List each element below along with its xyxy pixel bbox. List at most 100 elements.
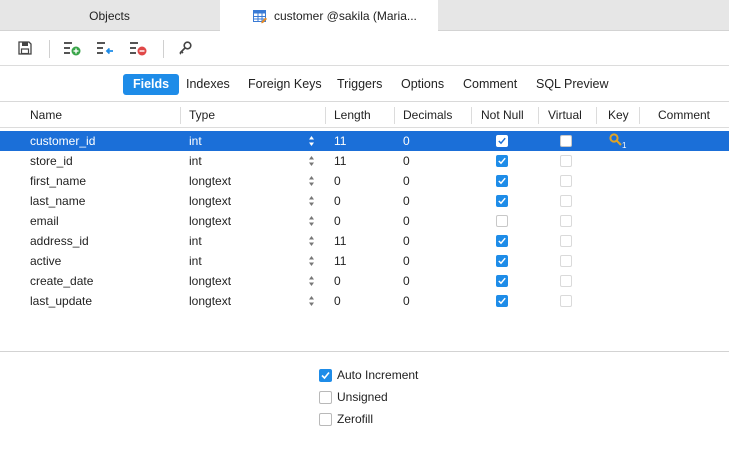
not-null-checkbox[interactable] [496,195,508,207]
table-row[interactable]: last_update longtext 0 0 [0,291,729,311]
field-decimals-cell[interactable]: 0 [403,151,410,171]
field-type-cell[interactable]: longtext [189,211,231,231]
column-header-key[interactable]: Key [608,103,629,128]
field-type-cell[interactable]: longtext [189,191,231,211]
not-null-checkbox[interactable] [496,215,508,227]
virtual-checkbox[interactable] [560,275,572,287]
type-stepper-icon[interactable] [308,175,315,187]
add-field-button[interactable] [61,39,83,59]
field-decimals-cell[interactable]: 0 [403,271,410,291]
virtual-checkbox[interactable] [560,255,572,267]
field-name-cell[interactable]: address_id [30,231,89,251]
virtual-checkbox[interactable] [560,235,572,247]
type-stepper-icon[interactable] [308,295,315,307]
field-decimals-cell[interactable]: 0 [403,231,410,251]
type-stepper-icon[interactable] [308,155,315,167]
column-header-type[interactable]: Type [189,103,215,128]
field-decimals-cell[interactable]: 0 [403,131,410,151]
table-row[interactable]: create_date longtext 0 0 [0,271,729,291]
tab-comment[interactable]: Comment [453,74,527,95]
field-length-cell[interactable]: 0 [334,271,341,291]
field-length-cell[interactable]: 0 [334,191,341,211]
field-length-cell[interactable]: 11 [334,231,346,251]
field-decimals-cell[interactable]: 0 [403,251,410,271]
not-null-checkbox[interactable] [496,155,508,167]
virtual-checkbox[interactable] [560,175,572,187]
column-header-virtual[interactable]: Virtual [548,103,582,128]
zerofill-checkbox[interactable] [319,412,332,426]
virtual-checkbox[interactable] [560,215,572,227]
field-name-cell[interactable]: last_update [30,291,92,311]
field-name-cell[interactable]: customer_id [30,131,95,151]
unsigned-checkbox[interactable] [319,390,332,404]
field-name-cell[interactable]: active [30,251,61,271]
insert-field-button[interactable] [94,39,116,59]
tab-sql-preview[interactable]: SQL Preview [526,74,618,95]
table-row[interactable]: last_name longtext 0 0 [0,191,729,211]
field-length-cell[interactable]: 11 [334,131,346,151]
tab-customer-table[interactable]: customer @sakila (Maria... [220,0,438,32]
table-row[interactable]: active int 11 0 [0,251,729,271]
field-name-cell[interactable]: first_name [30,171,86,191]
field-decimals-cell[interactable]: 0 [403,291,410,311]
tab-options[interactable]: Options [391,74,454,95]
field-type-cell[interactable]: int [189,151,202,171]
field-type-cell[interactable]: int [189,251,202,271]
type-stepper-icon[interactable] [308,135,315,147]
column-header-comment[interactable]: Comment [658,103,710,128]
table-row[interactable]: email longtext 0 0 [0,211,729,231]
field-type-cell[interactable]: int [189,131,202,151]
unsigned-option[interactable]: Unsigned [319,389,388,405]
field-name-cell[interactable]: last_name [30,191,85,211]
type-stepper-icon[interactable] [308,255,315,267]
delete-field-button[interactable] [127,39,149,59]
zerofill-option[interactable]: Zerofill [319,411,373,427]
save-button[interactable] [14,39,36,59]
primary-key-button[interactable] [174,39,196,59]
column-header-length[interactable]: Length [334,103,371,128]
field-type-cell[interactable]: longtext [189,291,231,311]
field-decimals-cell[interactable]: 0 [403,171,410,191]
field-name-cell[interactable]: email [30,211,59,231]
field-name-cell[interactable]: store_id [30,151,73,171]
column-header-name[interactable]: Name [30,103,62,128]
type-stepper-icon[interactable] [308,235,315,247]
tab-triggers[interactable]: Triggers [327,74,392,95]
table-row[interactable]: store_id int 11 0 [0,151,729,171]
field-decimals-cell[interactable]: 0 [403,191,410,211]
field-name-cell[interactable]: create_date [30,271,93,291]
virtual-checkbox[interactable] [560,135,572,147]
type-stepper-icon[interactable] [308,195,315,207]
not-null-checkbox[interactable] [496,135,508,147]
field-length-cell[interactable]: 11 [334,151,346,171]
field-type-cell[interactable]: longtext [189,271,231,291]
table-row[interactable]: customer_id int 11 0 1 [0,131,729,151]
not-null-checkbox[interactable] [496,255,508,267]
field-type-cell[interactable]: int [189,231,202,251]
field-decimals-cell[interactable]: 0 [403,211,410,231]
tab-fields[interactable]: Fields [123,74,180,95]
table-row[interactable]: first_name longtext 0 0 [0,171,729,191]
type-stepper-icon[interactable] [308,215,315,227]
type-stepper-icon[interactable] [308,275,315,287]
virtual-checkbox[interactable] [560,295,572,307]
tab-foreign-keys[interactable]: Foreign Keys [238,74,332,95]
field-length-cell[interactable]: 0 [334,211,341,231]
field-type-cell[interactable]: longtext [189,171,231,191]
field-length-cell[interactable]: 0 [334,291,341,311]
tab-indexes[interactable]: Indexes [176,74,240,95]
virtual-checkbox[interactable] [560,155,572,167]
not-null-checkbox[interactable] [496,295,508,307]
table-row[interactable]: address_id int 11 0 [0,231,729,251]
not-null-checkbox[interactable] [496,235,508,247]
not-null-checkbox[interactable] [496,275,508,287]
field-length-cell[interactable]: 11 [334,251,346,271]
virtual-checkbox[interactable] [560,195,572,207]
tab-objects[interactable]: Objects [0,0,219,31]
auto-increment-option[interactable]: Auto Increment [319,367,418,383]
column-header-not-null[interactable]: Not Null [481,103,524,128]
not-null-checkbox[interactable] [496,175,508,187]
field-length-cell[interactable]: 0 [334,171,341,191]
column-header-decimals[interactable]: Decimals [403,103,452,128]
auto-increment-checkbox[interactable] [319,368,332,382]
